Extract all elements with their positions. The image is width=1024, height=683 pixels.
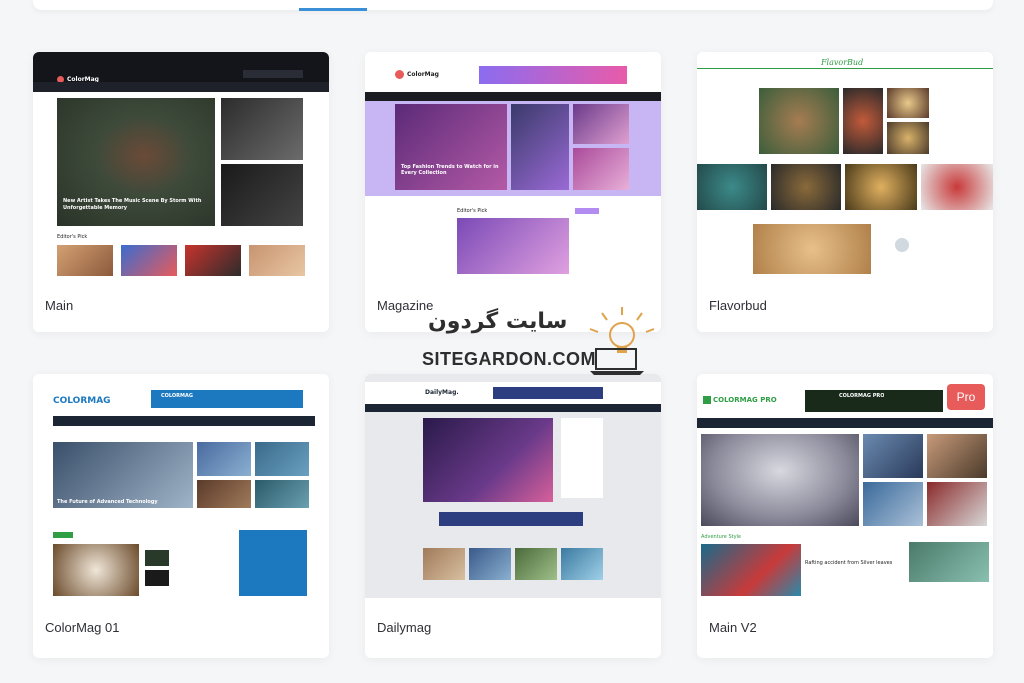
- ad-name: COLORMAG: [161, 393, 193, 399]
- active-tab-indicator: [299, 8, 367, 11]
- ad-name: COLORMAG PRO: [839, 393, 885, 399]
- demo-thumbnail-main: ColorMag New Artist Takes The Music Scen…: [33, 52, 329, 276]
- section-title: Editor's Pick: [457, 208, 488, 214]
- sitegardon-watermark: سایت گردون SITEGARDON.COM: [414, 303, 670, 381]
- demo-label: Dailymag: [377, 620, 432, 635]
- demo-thumbnail-flavorbud: FlavorBud: [697, 52, 993, 276]
- site-name: ColorMag: [407, 71, 439, 78]
- hero-image: [395, 104, 507, 190]
- site-name: FlavorBud: [821, 58, 864, 67]
- demo-card-magazine[interactable]: ColorMag Top Fashion Trends to Watch for…: [365, 52, 661, 332]
- hero-image: [423, 418, 553, 502]
- top-tab-bar: [33, 0, 993, 11]
- site-name: DailyMag.: [425, 389, 459, 396]
- hero-headline: Top Fashion Trends to Watch for in Every…: [401, 164, 499, 176]
- demo-card-main-v2[interactable]: COLORMAG PRO COLORMAG PRO Adventure Styl…: [697, 374, 993, 658]
- hero-headline: New Artist Takes The Music Scene By Stor…: [63, 198, 202, 211]
- demo-label: Main V2: [709, 620, 757, 635]
- watermark-english-text: SITEGARDON.COM: [422, 349, 597, 369]
- demo-card-flavorbud[interactable]: FlavorBud Flavorbud: [697, 52, 993, 332]
- site-name: COLORMAG: [53, 396, 111, 406]
- pro-badge: Pro: [947, 384, 985, 410]
- demo-label: Main: [45, 298, 74, 313]
- demo-label: Flavorbud: [709, 298, 767, 313]
- article-headline: Rafting accident from Silver leaves: [805, 560, 893, 566]
- demo-card-dailymag[interactable]: DailyMag. Dailymag: [365, 374, 661, 658]
- demo-card-colormag-01[interactable]: COLORMAG COLORMAG The Future of Advanced…: [33, 374, 329, 658]
- watermark-persian-text: سایت گردون: [428, 309, 568, 334]
- demo-card-main[interactable]: ColorMag New Artist Takes The Music Scen…: [33, 52, 329, 332]
- hero-headline: The Future of Advanced Technology: [57, 499, 158, 505]
- sun-lightbulb-icon: [589, 307, 655, 375]
- section-title: Adventure Style: [701, 534, 742, 540]
- demo-thumbnail-dailymag: DailyMag.: [365, 374, 661, 598]
- demo-thumbnail-magazine: ColorMag Top Fashion Trends to Watch for…: [365, 52, 661, 276]
- hero-image: [701, 434, 859, 526]
- section-title: Editor's Pick: [57, 234, 88, 240]
- site-name: COLORMAG PRO: [713, 396, 777, 404]
- demo-thumbnail-colormag-01: COLORMAG COLORMAG The Future of Advanced…: [33, 374, 329, 598]
- demo-label: ColorMag 01: [45, 620, 120, 635]
